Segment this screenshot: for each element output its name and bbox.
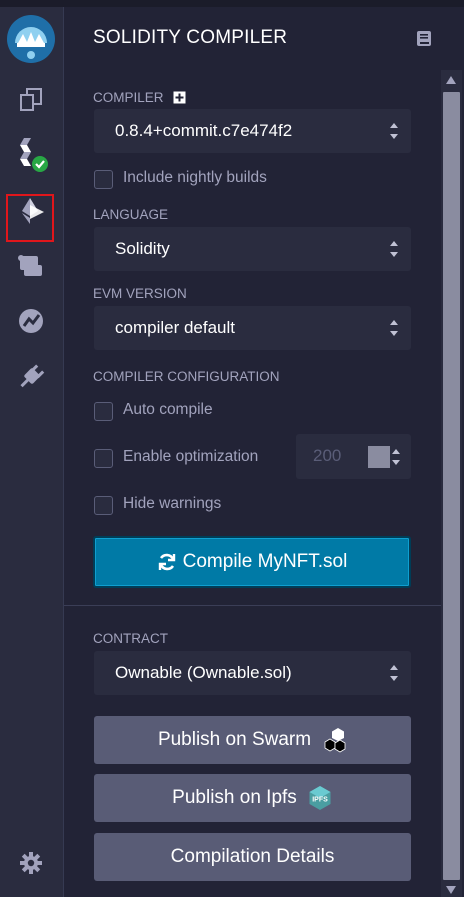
compiler-version-select[interactable]: 0.8.4+commit.c7e474f2 (94, 109, 411, 153)
contract-label: CONTRACT (93, 631, 168, 646)
hide-warnings-checkbox[interactable] (94, 496, 113, 515)
compiler-version-value: 0.8.4+commit.c7e474f2 (115, 121, 293, 140)
publish-ipfs-label: Publish on Ipfs (172, 787, 297, 808)
documentation-icon[interactable] (416, 30, 432, 47)
auto-compile-label[interactable]: Auto compile (123, 401, 213, 419)
evm-version-select[interactable]: compiler default (94, 306, 411, 350)
settings-icon[interactable] (12, 844, 50, 882)
select-caret-icon (390, 241, 398, 257)
window-top-bar (0, 0, 464, 7)
optimization-runs-input[interactable]: 200 (296, 434, 411, 479)
scrollbar-thumb[interactable] (443, 92, 460, 880)
language-value: Solidity (115, 239, 170, 258)
compiler-config-label: COMPILER CONFIGURATION (93, 369, 280, 384)
scroll-up-icon[interactable] (446, 76, 456, 84)
nightly-builds-checkbox[interactable] (94, 170, 113, 189)
icon-sidebar (0, 7, 64, 897)
contract-value: Ownable (Ownable.sol) (115, 663, 292, 682)
solidity-compiler-icon[interactable] (12, 136, 50, 174)
publish-ipfs-button[interactable]: Publish on Ipfs IPFS (94, 774, 411, 822)
compilation-details-button[interactable]: Compilation Details (94, 833, 411, 881)
compile-button-label: Compile MyNFT.sol (182, 551, 348, 572)
panel-title: SOLIDITY COMPILER (93, 27, 288, 48)
language-label: LANGUAGE (93, 207, 169, 222)
enable-optimization-label[interactable]: Enable optimization (123, 448, 258, 466)
file-explorer-icon[interactable] (12, 80, 50, 118)
add-compiler-icon[interactable] (173, 91, 186, 107)
publish-swarm-button[interactable]: Publish on Swarm (94, 716, 411, 764)
analytics-icon[interactable] (12, 302, 50, 340)
section-divider (64, 605, 441, 606)
compiler-label: COMPILER (93, 90, 186, 107)
nightly-builds-label[interactable]: Include nightly builds (123, 169, 267, 187)
compilation-details-label: Compilation Details (170, 846, 335, 867)
select-caret-icon (390, 123, 398, 139)
contract-select[interactable]: Ownable (Ownable.sol) (94, 651, 411, 695)
stepper-caret-icon[interactable] (392, 449, 400, 465)
plugin-manager-icon[interactable] (12, 357, 50, 395)
ipfs-icon: IPFS (307, 785, 333, 811)
select-caret-icon (390, 665, 398, 681)
select-caret-icon (390, 320, 398, 336)
scroll-down-icon[interactable] (446, 886, 456, 894)
ipfs-badge-text: IPFS (312, 797, 328, 804)
swarm-icon (321, 727, 347, 753)
deploy-run-icon[interactable] (12, 192, 50, 230)
compile-button[interactable]: Compile MyNFT.sol (93, 536, 411, 588)
publish-swarm-label: Publish on Swarm (157, 729, 312, 750)
auto-compile-checkbox[interactable] (94, 402, 113, 421)
compiler-label-text: COMPILER (93, 90, 164, 105)
runs-stepper[interactable] (368, 446, 390, 468)
optimization-runs-value: 200 (313, 446, 342, 465)
evm-version-label: EVM VERSION (93, 286, 187, 301)
refresh-icon (157, 552, 177, 572)
language-select[interactable]: Solidity (94, 227, 411, 271)
remix-logo-icon[interactable] (5, 13, 57, 65)
evm-version-value: compiler default (115, 318, 236, 337)
hide-warnings-label[interactable]: Hide warnings (123, 495, 221, 513)
scroll-icon[interactable] (12, 247, 50, 285)
scrollbar[interactable] (441, 70, 462, 897)
compiler-panel: SOLIDITY COMPILER COMPILER 0.8.4+commit.… (64, 7, 464, 897)
enable-optimization-checkbox[interactable] (94, 449, 113, 468)
